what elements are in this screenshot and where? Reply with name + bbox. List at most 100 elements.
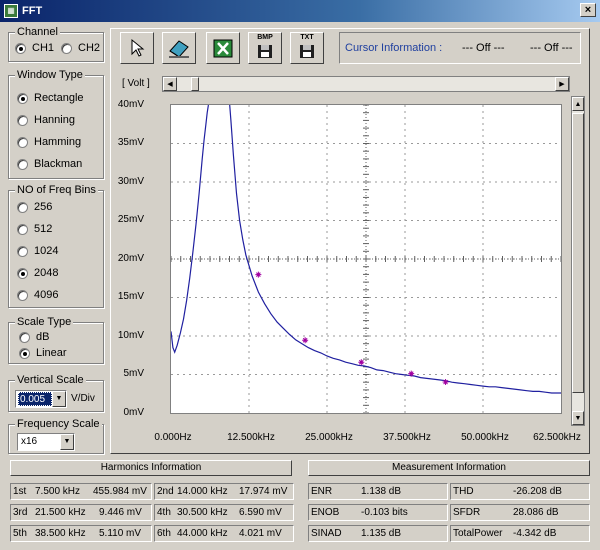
radio-bins-1024[interactable]: 1024 [17, 245, 58, 257]
cursor-info-label: Cursor Information : [345, 42, 443, 54]
vertical-scale-dropdown-button[interactable]: ▼ [52, 391, 66, 407]
frequency-scale-value: x16 [21, 436, 38, 447]
radio-bins-1024-dot[interactable] [17, 245, 28, 257]
harmonic-value: 6.590 mV [239, 507, 282, 518]
radio-bins-4096-label: 4096 [34, 289, 59, 301]
radio-ch2-dot[interactable] [61, 42, 72, 54]
vertical-scale-group: Vertical Scale 0.005 ▼ V/Div [8, 374, 104, 412]
harmonic-1: 1st 7.500 kHz 455.984 mV [10, 483, 152, 500]
harmonic-frequency: 21.500 kHz [35, 507, 86, 518]
scroll-down-button[interactable]: ▼ [572, 411, 584, 425]
radio-bins-256[interactable]: 256 [17, 201, 52, 213]
radio-bins-2048-dot[interactable] [17, 267, 28, 279]
measurement-sfdr: SFDR 28.086 dB [450, 504, 590, 521]
radio-hanning-label: Hanning [34, 114, 75, 126]
excel-export-button[interactable] [206, 32, 240, 64]
radio-bins-512[interactable]: 512 [17, 223, 52, 235]
harmonic-frequency: 44.000 kHz [177, 528, 228, 539]
eraser-icon [169, 40, 189, 58]
radio-ch2[interactable]: CH2 [61, 42, 100, 54]
radio-bins-512-dot[interactable] [17, 223, 28, 235]
frequency-scale-dropdown-button[interactable]: ▼ [60, 434, 74, 450]
radio-ch1[interactable]: CH1 [15, 42, 54, 54]
horizontal-scroll-thumb[interactable] [191, 77, 199, 91]
scroll-right-button[interactable]: ▶ [555, 77, 569, 91]
vertical-scale-select[interactable]: 0.005 ▼ [15, 390, 67, 408]
harmonic-frequency: 30.500 kHz [177, 507, 228, 518]
radio-hamming-label: Hamming [34, 136, 82, 148]
radio-db-dot[interactable] [19, 331, 30, 343]
radio-linear-label: Linear [36, 347, 67, 359]
radio-rectangle-label: Rectangle [34, 92, 84, 104]
scroll-left-button[interactable]: ◀ [163, 77, 177, 91]
vertical-scale-title: Vertical Scale [15, 374, 86, 386]
harmonic-value: 17.974 mV [239, 486, 288, 497]
radio-ch1-label: CH1 [32, 42, 55, 54]
measurement-label: THD [453, 486, 474, 497]
radio-bins-512-label: 512 [34, 223, 53, 235]
harmonic-marker [302, 337, 309, 344]
radio-hanning[interactable]: Hanning [17, 114, 75, 126]
measurement-value: 1.138 dB [361, 486, 402, 497]
harmonic-4: 4th 30.500 kHz 6.590 mV [154, 504, 294, 521]
radio-rectangle[interactable]: Rectangle [17, 92, 84, 104]
radio-linear-dot[interactable] [19, 347, 30, 359]
radio-blackman-label: Blackman [34, 158, 83, 170]
y-tick-label: 25mV [117, 214, 144, 225]
freq-bins-group: NO of Freq Bins 256 512 1024 2048 4096 [8, 184, 104, 308]
radio-hanning-dot[interactable] [17, 114, 28, 126]
radio-db[interactable]: dB [19, 331, 49, 343]
radio-ch1-dot[interactable] [15, 42, 26, 54]
fft-plot[interactable] [170, 104, 562, 414]
radio-bins-4096[interactable]: 4096 [17, 289, 58, 301]
app-icon: ▦ [4, 4, 18, 18]
radio-bins-256-dot[interactable] [17, 201, 28, 213]
cursor-tool-button[interactable] [120, 32, 154, 64]
frequency-scale-title: Frequency Scale [15, 418, 102, 430]
x-tick-label: 62.500kHz [533, 432, 581, 443]
cursor-info-panel: Cursor Information : --- Off --- --- Off… [339, 32, 581, 64]
measurement-label: ENR [311, 486, 333, 497]
vertical-scrollbar[interactable]: ▲ ▼ [571, 96, 585, 426]
save-txt-button[interactable]: TXT [290, 32, 324, 64]
window-title: FFT [22, 5, 43, 17]
radio-hamming-dot[interactable] [17, 136, 28, 148]
measurement-total-power: TotalPower -4.342 dB [450, 525, 590, 542]
radio-bins-2048[interactable]: 2048 [17, 267, 58, 279]
save-bmp-button[interactable]: BMP [248, 32, 282, 64]
radio-rectangle-dot[interactable] [17, 92, 28, 104]
radio-bins-1024-label: 1024 [34, 245, 59, 257]
radio-hamming[interactable]: Hamming [17, 136, 81, 148]
scroll-up-button[interactable]: ▲ [572, 97, 584, 111]
eraser-button[interactable] [162, 32, 196, 64]
y-axis-label: [ Volt ] [122, 78, 150, 89]
radio-linear[interactable]: Linear [19, 347, 67, 359]
radio-db-label: dB [36, 331, 50, 343]
harmonic-3: 3rd 21.500 kHz 9.446 mV [10, 504, 152, 521]
close-button[interactable]: × [580, 3, 596, 17]
x-tick-label: 12.500kHz [227, 432, 275, 443]
measurement-value: 28.086 dB [513, 507, 559, 518]
window-type-group: Window Type Rectangle Hanning Hamming Bl… [8, 69, 104, 179]
measurement-sinad: SINAD 1.135 dB [308, 525, 448, 542]
harmonic-value: 4.021 mV [239, 528, 282, 539]
radio-blackman[interactable]: Blackman [17, 158, 82, 170]
arrow-cursor-icon [131, 38, 145, 57]
y-tick-label: 10mV [117, 330, 144, 341]
x-tick-label: 50.000kHz [461, 432, 509, 443]
radio-blackman-dot[interactable] [17, 158, 28, 170]
harmonic-label: 1st [13, 486, 27, 497]
vertical-scroll-thumb[interactable] [572, 113, 584, 393]
harmonics-header: Harmonics Information [10, 460, 292, 476]
channel-group: Channel CH1 CH2 [8, 26, 104, 62]
measurement-enr: ENR 1.138 dB [308, 483, 448, 500]
y-tick-label: 0mV [123, 407, 144, 418]
harmonic-frequency: 14.000 kHz [177, 486, 228, 497]
harmonic-marker [255, 271, 262, 278]
radio-bins-4096-dot[interactable] [17, 289, 28, 301]
harmonic-label: 6th [157, 528, 171, 539]
save-txt-label: TXT [300, 34, 314, 41]
horizontal-scrollbar[interactable]: ◀ ▶ [162, 76, 570, 92]
measurement-label: ENOB [311, 507, 340, 518]
frequency-scale-select[interactable]: x16 ▼ [17, 433, 75, 451]
